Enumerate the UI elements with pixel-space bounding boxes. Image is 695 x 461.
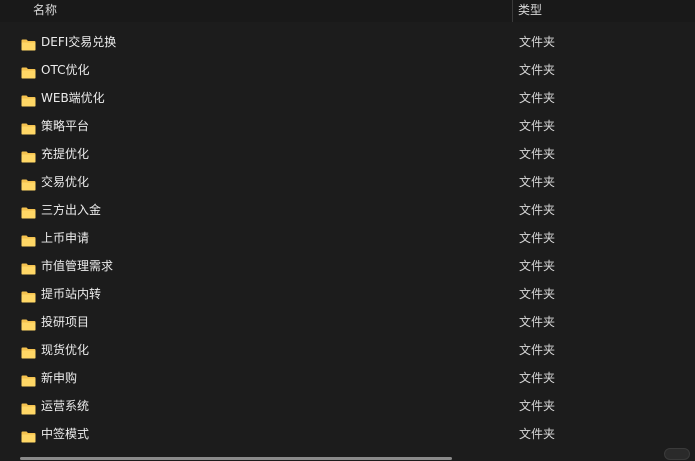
horizontal-scrollbar[interactable] xyxy=(20,457,452,460)
file-type: 文件夹 xyxy=(519,119,556,133)
list-item[interactable]: 市值管理需求 文件夹 xyxy=(0,252,695,280)
folder-icon xyxy=(21,400,36,415)
folder-icon xyxy=(21,288,36,303)
file-name: 交易优化 xyxy=(41,175,90,189)
list-item[interactable]: 中签模式 文件夹 xyxy=(0,420,695,448)
list-item[interactable]: 投研项目 文件夹 xyxy=(0,308,695,336)
file-type: 文件夹 xyxy=(519,343,556,357)
file-name: 策略平台 xyxy=(41,119,90,133)
file-list: DEFI交易兑换 文件夹 OTC优化 文件夹 WEB端优化 文件夹 策略平台 文件夹 充提优化文… xyxy=(0,28,695,448)
column-header-name[interactable]: 名称 xyxy=(33,2,57,18)
file-name: 投研项目 xyxy=(41,315,90,329)
file-name: WEB端优化 xyxy=(41,91,105,105)
corner-badge xyxy=(664,448,690,460)
folder-icon xyxy=(21,232,36,247)
folder-icon xyxy=(21,148,36,163)
folder-icon xyxy=(21,64,36,79)
file-type: 文件夹 xyxy=(519,427,556,441)
file-name: 中签模式 xyxy=(41,427,90,441)
file-type: 文件夹 xyxy=(519,203,556,217)
file-name: 上币申请 xyxy=(41,231,90,245)
file-type: 文件夹 xyxy=(519,259,556,273)
folder-icon xyxy=(21,372,36,387)
folder-icon xyxy=(21,344,36,359)
folder-icon xyxy=(21,92,36,107)
file-type: 文件夹 xyxy=(519,399,556,413)
folder-icon xyxy=(21,36,36,51)
file-type: 文件夹 xyxy=(519,147,556,161)
column-divider[interactable] xyxy=(512,0,513,22)
file-name: OTC优化 xyxy=(41,63,90,77)
list-item[interactable]: OTC优化 文件夹 xyxy=(0,56,695,84)
file-type: 文件夹 xyxy=(519,287,556,301)
file-type: 文件夹 xyxy=(519,371,556,385)
folder-icon xyxy=(21,260,36,275)
column-header: ⌃ 名称 类型 xyxy=(0,0,695,22)
file-name: 提币站内转 xyxy=(41,287,102,301)
folder-icon xyxy=(21,204,36,219)
file-name: 三方出入金 xyxy=(41,203,102,217)
folder-icon xyxy=(21,428,36,443)
list-item[interactable]: 现货优化 文件夹 xyxy=(0,336,695,364)
list-item[interactable]: 上币申请 文件夹 xyxy=(0,224,695,252)
file-name: 运营系统 xyxy=(41,399,90,413)
list-item[interactable]: 提币站内转 文件夹 xyxy=(0,280,695,308)
list-item[interactable]: 三方出入金 文件夹 xyxy=(0,196,695,224)
list-item[interactable]: WEB端优化 文件夹 xyxy=(0,84,695,112)
file-type: 文件夹 xyxy=(519,175,556,189)
file-type: 文件夹 xyxy=(519,91,556,105)
file-name: 充提优化 xyxy=(41,147,90,161)
file-name: 现货优化 xyxy=(41,343,90,357)
list-item[interactable]: DEFI交易兑换 文件夹 xyxy=(0,28,695,56)
list-item[interactable]: 新申购 文件夹 xyxy=(0,364,695,392)
file-name: 市值管理需求 xyxy=(41,259,114,273)
list-item[interactable]: 充提优化 文件夹 xyxy=(0,140,695,168)
file-type: 文件夹 xyxy=(519,315,556,329)
list-item[interactable]: 交易优化 文件夹 xyxy=(0,168,695,196)
list-item[interactable]: 策略平台 文件夹 xyxy=(0,112,695,140)
list-item[interactable]: 运营系统 文件夹 xyxy=(0,392,695,420)
file-name: 新申购 xyxy=(41,371,78,385)
folder-icon xyxy=(21,120,36,135)
file-name: DEFI交易兑换 xyxy=(41,35,117,49)
file-type: 文件夹 xyxy=(519,35,556,49)
column-header-type[interactable]: 类型 xyxy=(518,2,542,18)
folder-icon xyxy=(21,316,36,331)
file-type: 文件夹 xyxy=(519,231,556,245)
file-type: 文件夹 xyxy=(519,63,556,77)
sort-caret-icon: ⌃ xyxy=(264,0,272,4)
folder-icon xyxy=(21,176,36,191)
